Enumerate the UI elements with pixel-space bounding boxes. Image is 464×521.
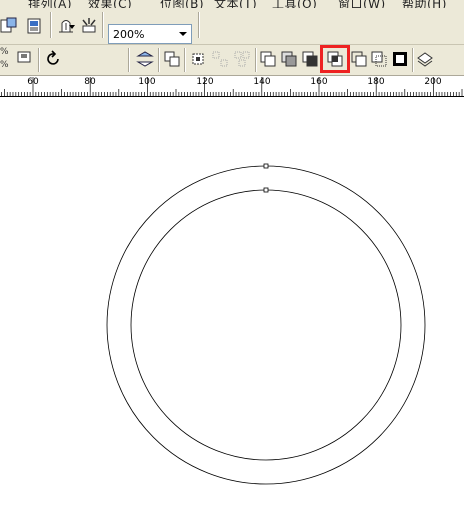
publish-dropdown-icon[interactable]	[67, 17, 77, 35]
zoom-level-combo[interactable]: 200%	[108, 24, 192, 44]
toolbar-separator	[158, 48, 160, 72]
toolbar-separator	[412, 48, 414, 72]
weld-icon[interactable]	[280, 50, 298, 68]
zoom-dropdown-icon[interactable]	[175, 25, 191, 43]
front-minus-back-icon[interactable]	[370, 50, 388, 68]
outer-circle[interactable]	[106, 165, 426, 485]
back-minus-front-icon[interactable]	[391, 50, 409, 68]
property-bar: % % .0 °	[0, 45, 464, 114]
ruler-ticks	[1, 77, 463, 96]
trim-icon[interactable]	[301, 50, 319, 68]
boundary-icon[interactable]	[416, 50, 434, 68]
corel-online-icon[interactable]	[80, 17, 98, 35]
horizontal-ruler[interactable]: 60 80 100 120 140 160 180 200	[0, 76, 464, 97]
toolbar-separator	[198, 12, 200, 38]
menu-help[interactable]: 帮助(H)	[402, 0, 447, 8]
ruler-label-180: 180	[367, 77, 385, 87]
intersect-button-highlight	[320, 45, 350, 73]
zoom-level-value: 200%	[113, 28, 145, 41]
ruler-label-120: 120	[196, 77, 214, 87]
lock-ratio-icon[interactable]	[15, 48, 33, 66]
rotate-icon	[47, 50, 59, 65]
menu-window[interactable]: 窗口(W)	[338, 0, 386, 8]
ruler-label-80: 80	[84, 77, 96, 87]
simplify-icon[interactable]	[350, 50, 368, 68]
ruler-label-160: 160	[310, 77, 328, 87]
ungroup-icon	[212, 51, 228, 67]
standard-toolbar: 200%	[0, 8, 464, 45]
percent-label-top: %	[0, 47, 9, 57]
ungroup-all-icon	[234, 51, 250, 67]
export-icon[interactable]	[0, 17, 18, 35]
toolbar-separator	[38, 48, 40, 72]
outer-circle-node[interactable]	[263, 163, 269, 169]
menu-tools[interactable]: 工具(O)	[272, 0, 317, 8]
align-distribute-icon[interactable]	[189, 50, 207, 68]
drawing-canvas[interactable]	[0, 97, 464, 521]
menu-bitmaps[interactable]: 位图(B)	[160, 0, 204, 8]
toolbar-separator	[184, 48, 186, 72]
menu-text[interactable]: 文本(T)	[214, 0, 257, 8]
toolbar-separator	[128, 48, 130, 72]
menu-arrange[interactable]: 排列(A)	[28, 0, 72, 8]
menu-effects[interactable]: 效果(C)	[88, 0, 132, 8]
percent-label-bottom: %	[0, 60, 9, 70]
ruler-label-100: 100	[138, 77, 156, 87]
inner-circle-node[interactable]	[263, 187, 269, 193]
toolbar-separator	[255, 48, 257, 72]
toolbar-separator	[50, 12, 52, 38]
canvas-drawing	[106, 163, 426, 485]
application-launcher-icon[interactable]	[26, 17, 44, 35]
ruler-label-200: 200	[424, 77, 442, 87]
group-icon[interactable]	[163, 50, 181, 68]
inner-circle[interactable]	[130, 189, 402, 461]
menu-bar: 排列(A) 效果(C) 位图(B) 文本(T) 工具(O) 窗口(W) 帮助(H…	[0, 0, 464, 8]
ruler-label-60: 60	[27, 77, 39, 87]
mirror-icon[interactable]	[136, 50, 154, 68]
combine-icon[interactable]	[259, 50, 277, 68]
ruler-label-140: 140	[253, 77, 271, 87]
toolbar-separator	[102, 12, 104, 38]
